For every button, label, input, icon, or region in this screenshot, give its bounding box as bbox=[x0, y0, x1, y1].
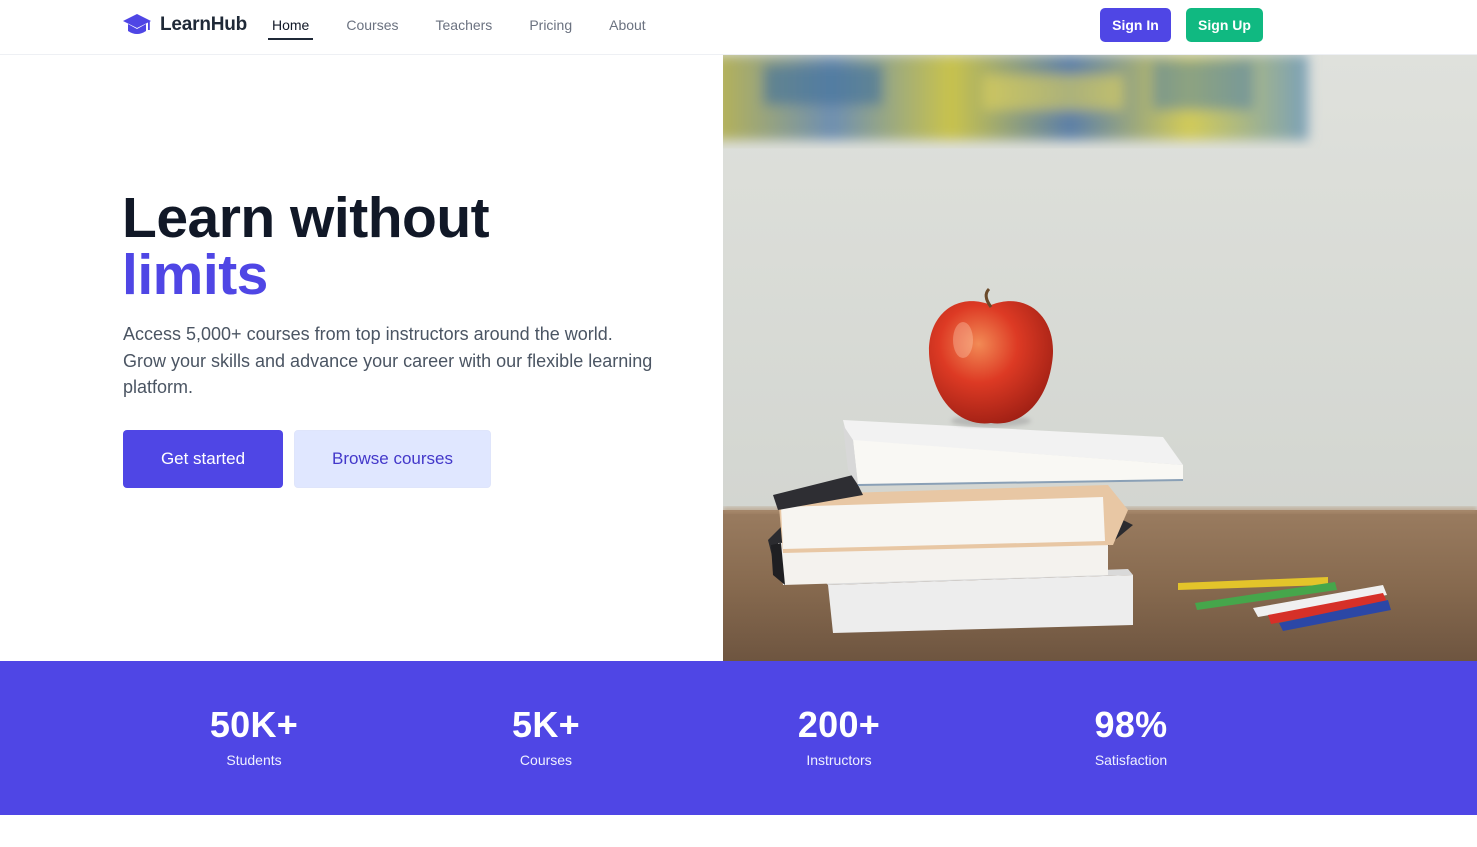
hero-description: Access 5,000+ courses from top instructo… bbox=[123, 324, 653, 397]
stat-label: Satisfaction bbox=[1094, 752, 1168, 768]
stat-label: Courses bbox=[519, 752, 573, 768]
stat-instructors: 200+ Instructors bbox=[739, 704, 939, 769]
graduation-cap-icon bbox=[123, 14, 151, 34]
hero-title-accent: limits bbox=[122, 243, 268, 307]
hero-title-line1: Learn without bbox=[122, 186, 490, 250]
apple-books-illustration bbox=[723, 55, 1477, 661]
nav-link-pricing[interactable]: Pricing bbox=[525, 17, 576, 40]
stat-label: Students bbox=[226, 752, 282, 768]
stats-bar: 50K+ Students 5K+ Courses 200+ Instructo… bbox=[0, 661, 1477, 815]
main-nav: Home Courses Teachers Pricing About bbox=[268, 17, 679, 40]
stat-label: Instructors bbox=[806, 752, 872, 768]
nav-link-courses[interactable]: Courses bbox=[342, 17, 402, 40]
brand-logo[interactable]: LearnHub bbox=[122, 12, 247, 38]
nav-link-teachers[interactable]: Teachers bbox=[432, 17, 497, 40]
hero-image bbox=[723, 55, 1477, 661]
hero-title: Learn without limits bbox=[122, 190, 490, 307]
nav-link-about[interactable]: About bbox=[605, 17, 650, 40]
stat-students: 50K+ Students bbox=[154, 704, 354, 769]
stat-value: 98% bbox=[1094, 704, 1168, 745]
top-navbar: LearnHub Home Courses Teachers Pricing A… bbox=[0, 0, 1477, 55]
browse-courses-button[interactable]: Browse courses bbox=[294, 430, 491, 488]
brand-name: LearnHub bbox=[160, 14, 248, 35]
nav-link-home[interactable]: Home bbox=[268, 17, 314, 40]
get-started-button[interactable]: Get started bbox=[123, 430, 283, 488]
stat-satisfaction: 98% Satisfaction bbox=[1031, 704, 1231, 769]
stat-value: 5K+ bbox=[512, 704, 580, 745]
stat-value: 200+ bbox=[797, 704, 881, 745]
sign-up-button[interactable]: Sign Up bbox=[1186, 8, 1263, 42]
stat-value: 50K+ bbox=[209, 704, 299, 745]
stat-courses: 5K+ Courses bbox=[446, 704, 646, 769]
sign-in-button[interactable]: Sign In bbox=[1100, 8, 1171, 42]
